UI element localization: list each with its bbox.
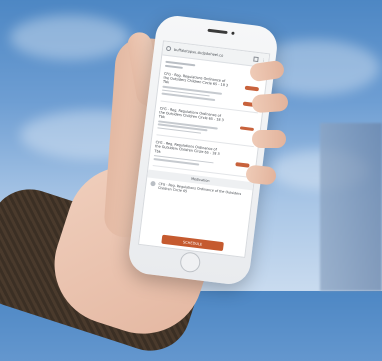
- tabs-icon[interactable]: [253, 56, 259, 63]
- phone-camera: [231, 31, 235, 35]
- phone-speaker: [207, 28, 228, 35]
- list-item-line: [161, 92, 216, 101]
- list-item[interactable]: CFG - Reg. Regulations Ordinance of the …: [156, 106, 258, 148]
- item-icon: [150, 181, 156, 187]
- home-icon[interactable]: [165, 45, 172, 52]
- cloud: [10, 15, 130, 60]
- home-button[interactable]: [179, 251, 202, 274]
- background-building: [320, 123, 382, 291]
- list-item[interactable]: CFG - Reg. Regulations Ordinance of the …: [160, 71, 262, 113]
- header-line: [164, 64, 183, 69]
- orange-action-pill[interactable]: [235, 162, 250, 168]
- orange-action-pill[interactable]: [244, 85, 260, 91]
- hand-finger: [245, 164, 277, 186]
- photo-scene: buffalotopsu.skdpdoheel.co ⋮ CFG - Reg. …: [0, 0, 382, 361]
- schedule-button[interactable]: SCHEDULE: [161, 234, 224, 252]
- orange-action-pill[interactable]: [239, 125, 255, 132]
- list-item-title: CFG - Reg. Regulations Ordinance of the …: [154, 140, 220, 157]
- hand-finger: [251, 92, 289, 114]
- hand-finger: [252, 130, 286, 148]
